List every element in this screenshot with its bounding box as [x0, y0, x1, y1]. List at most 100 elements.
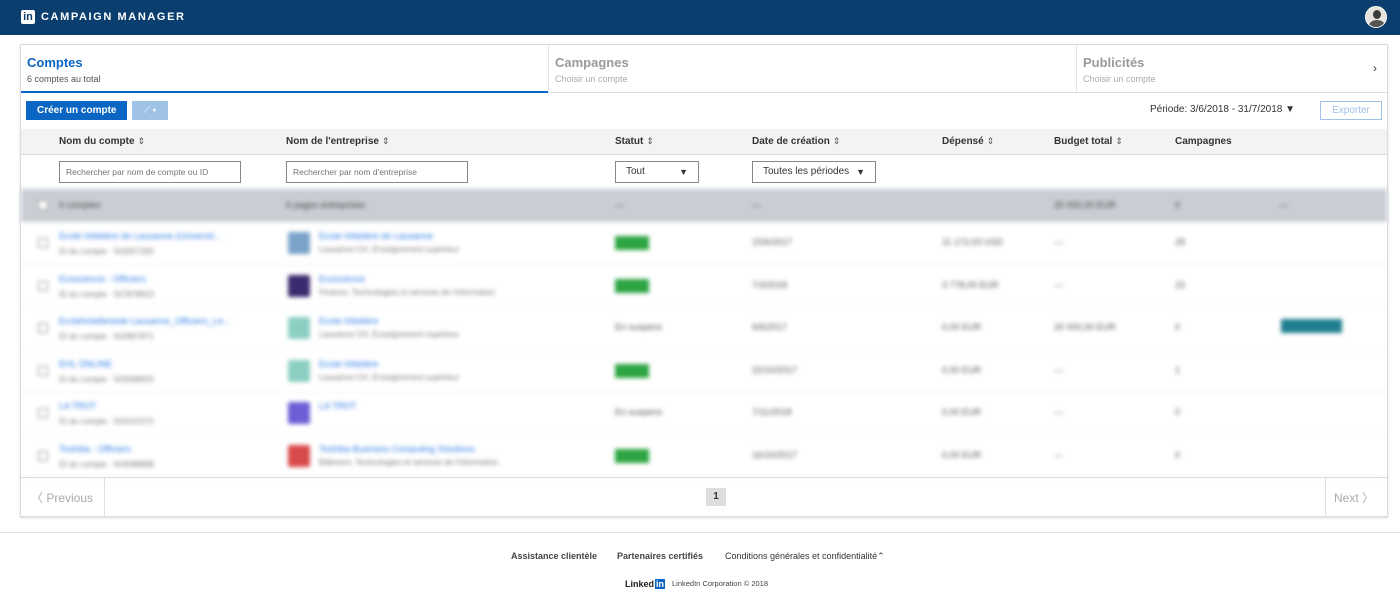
tab-accounts-subtitle: 6 comptes au total [27, 74, 101, 84]
caret-down-icon: ▼ [856, 167, 865, 177]
summary-companies: 6 pages entreprises [286, 200, 366, 210]
footer-terms-label: Conditions générales et confidentialité [725, 551, 878, 561]
period-selector[interactable]: Période: 3/6/2018 - 31/7/2018 ▼ [1150, 104, 1295, 115]
sort-icon[interactable]: ⇕ [1115, 136, 1123, 146]
spent-amount: 0,00 EUR [942, 322, 982, 333]
campaign-count: 0 [1175, 450, 1181, 460]
company-logo [288, 445, 310, 467]
account-search-input[interactable] [59, 161, 241, 183]
brand[interactable]: in CAMPAIGN MANAGER [21, 10, 186, 24]
company-industry: Lausanne CH, Enseignement supérieur [319, 245, 460, 254]
summary-accounts: 6 comptes [59, 200, 101, 210]
table-row[interactable]: Toshiba - Officiers ID du compte · 50309… [21, 435, 1387, 478]
created-date: 7/3/2018 [752, 279, 788, 290]
column-spent-label: Dépensé [942, 136, 984, 147]
table-row[interactable]: EHL ONLINE ID du compte · 503098833 Ecol… [21, 350, 1387, 393]
account-name-link[interactable]: Ecole hôtelière de Lausanne (Universit..… [59, 231, 221, 241]
column-status[interactable]: Statut ⇕ [615, 136, 654, 147]
sort-icon[interactable]: ⇕ [987, 136, 995, 146]
company-name-link[interactable]: Ecole hôtelière [319, 359, 379, 369]
account-name-link[interactable]: LA TROT [59, 401, 96, 411]
page-number[interactable]: 1 [706, 488, 726, 506]
sort-icon[interactable]: ⇕ [646, 136, 654, 146]
status-filter-select[interactable]: Tout ▼ [615, 161, 699, 183]
footer-link-partners[interactable]: Partenaires certifiés [617, 551, 703, 561]
company-name-link[interactable]: Toshiba Business Computing Solutions [319, 444, 475, 454]
spent-amount: 0,00 EUR [942, 364, 982, 375]
table-row[interactable]: Ecoscience - Officiers ID du compte · 50… [21, 265, 1387, 308]
tab-ads[interactable]: Publicités Choisir un compte › [1076, 45, 1387, 93]
footer-logo-in: in [655, 579, 666, 589]
company-search-input[interactable] [286, 161, 468, 183]
chevron-left-icon: 〈 [31, 491, 47, 505]
filter-row: Tout ▼ Toutes les périodes ▼ [21, 155, 1387, 189]
account-id: ID du compte · 502657283 [59, 247, 154, 256]
summary-extra: — [1279, 200, 1288, 210]
spent-amount: 3 778,00 EUR [942, 279, 999, 290]
status-badge [615, 363, 649, 378]
linkedin-footer-logo: Linked in [624, 579, 666, 589]
user-avatar[interactable] [1365, 6, 1387, 28]
spent-amount: 0,00 EUR [942, 407, 982, 418]
copyright: LinkedIn Corporation © 2018 [672, 579, 769, 588]
company-logo [288, 359, 310, 382]
column-account-label: Nom du compte [59, 136, 135, 147]
account-name-link[interactable]: Ecoscience - Officiers [59, 274, 146, 284]
row-checkbox[interactable] [38, 365, 48, 376]
summary-status: — [615, 200, 624, 210]
period-filter-select[interactable]: Toutes les périodes ▼ [752, 161, 876, 183]
column-created[interactable]: Date de création ⇕ [752, 136, 840, 147]
status-badge [615, 449, 649, 463]
tab-accounts[interactable]: Comptes 6 comptes au total [21, 45, 548, 93]
column-campaigns: Campagnes [1175, 136, 1232, 147]
row-checkbox[interactable] [38, 323, 48, 334]
sort-icon[interactable]: ⇕ [382, 136, 390, 146]
sort-icon[interactable]: ⇕ [833, 136, 841, 146]
footer-link-terms[interactable]: Conditions générales et confidentialité⌃ [725, 551, 885, 562]
chevron-right-icon: 〉 [1358, 491, 1375, 505]
status-badge [615, 278, 649, 293]
table-row[interactable]: Ecole hôtelière de Lausanne (Universit..… [21, 222, 1387, 265]
create-account-button[interactable]: Créer un compte [26, 101, 128, 120]
account-name-link[interactable]: Ecolehotelleriede Lausanne_Officiers_Le.… [59, 316, 230, 326]
row-checkbox[interactable] [38, 280, 48, 291]
row-checkbox[interactable] [38, 238, 48, 248]
column-budget[interactable]: Budget total ⇕ [1054, 136, 1123, 147]
next-button[interactable]: Next 〉 [1325, 478, 1387, 518]
summary-row: 6 comptes 6 pages entreprises — — 20 000… [21, 189, 1387, 222]
campaign-count: 15 [1175, 279, 1186, 290]
chart-dropdown-button[interactable]: ⟋ ▾ [132, 101, 168, 120]
column-spent[interactable]: Dépensé ⇕ [942, 136, 994, 147]
period-filter-value: Toutes les périodes [763, 166, 850, 177]
tab-campaigns[interactable]: Campagnes Choisir un compte [548, 45, 1076, 93]
action-badge[interactable] [1281, 319, 1342, 334]
company-name-link[interactable]: LA TROT [319, 401, 356, 411]
column-account-name[interactable]: Nom du compte ⇕ [59, 136, 145, 147]
row-checkbox[interactable] [38, 408, 48, 419]
row-checkbox[interactable] [38, 451, 48, 461]
previous-button[interactable]: 〈 Previous [21, 478, 105, 518]
avatar-head-shape [1373, 10, 1381, 19]
company-industry: Bâtiment, Technologies et services de l'… [319, 458, 499, 467]
period-label: Période: [1150, 104, 1188, 115]
created-date: 7/11/2018 [752, 407, 792, 418]
company-logo [288, 402, 310, 425]
footer-logo-text: Linked [625, 579, 655, 589]
account-name-link[interactable]: EHL ONLINE [59, 359, 112, 369]
column-company-name[interactable]: Nom de l'entreprise ⇕ [286, 136, 390, 147]
footer-link-support[interactable]: Assistance clientèle [511, 551, 597, 561]
table-header: Nom du compte ⇕ Nom de l'entreprise ⇕ Stat… [21, 129, 1387, 155]
export-button[interactable]: Exporter [1320, 101, 1382, 120]
caret-down-icon: ▼ [1285, 104, 1296, 115]
select-all-checkbox[interactable] [38, 200, 48, 210]
account-name-link[interactable]: Toshiba - Officiers [59, 444, 131, 454]
company-name-link[interactable]: Ecole hôtelière de Lausanne [319, 231, 433, 241]
chevron-right-icon[interactable]: › [1373, 61, 1377, 75]
table-row[interactable]: LA TROT ID du compte · 503102372 LA TROT… [21, 392, 1387, 436]
company-name-link[interactable]: Ecoscience [319, 274, 365, 284]
table-row[interactable]: Ecolehotelleriede Lausanne_Officiers_Le.… [21, 307, 1387, 351]
sort-icon[interactable]: ⇕ [138, 136, 146, 146]
company-name-link[interactable]: Ecole hôtelière [319, 316, 379, 326]
campaign-count: 28 [1175, 237, 1186, 247]
account-id: ID du compte · 507878823 [59, 289, 154, 299]
